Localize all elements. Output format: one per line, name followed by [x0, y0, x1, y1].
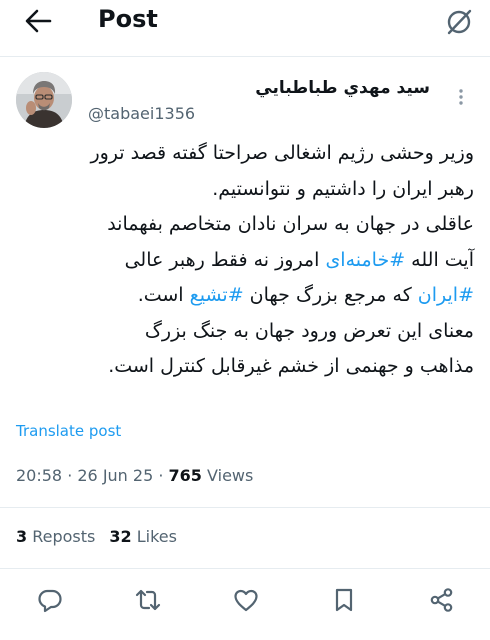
- more-icon[interactable]: [454, 82, 468, 112]
- post-time[interactable]: 20:58: [16, 466, 62, 485]
- repost-icon[interactable]: [134, 586, 162, 614]
- post-text-line: معنای این تعرض ورود جهان به جنگ بزرگ: [16, 314, 474, 350]
- bookmark-icon[interactable]: [330, 586, 358, 614]
- stats-divider: [0, 568, 490, 569]
- post-text-segment: امروز نه فقط رهبر عالی: [124, 248, 326, 271]
- page-title: Post: [98, 5, 158, 33]
- post-text-segment: مذاهب و جهنمی از خشم غیرقابل کنترل است.: [108, 355, 474, 377]
- likes-count: 32: [109, 527, 132, 546]
- author-name[interactable]: سید مهدي طباطبايي: [255, 78, 430, 98]
- engagement-stats: 3 Reposts 32 Likes: [16, 527, 177, 546]
- like-icon[interactable]: [232, 586, 260, 614]
- post-meta: 20:58 · 26 Jun 25 · 765 Views: [16, 466, 254, 485]
- translate-post-link[interactable]: Translate post: [16, 422, 121, 440]
- likes-stat[interactable]: 32 Likes: [109, 527, 177, 546]
- post-text-line: آیت الله #خامنه‌ای امروز نه فقط رهبر عال…: [16, 243, 474, 279]
- post-text-line: عاقلی در جهان به سران نادان متخاصم بفهما…: [16, 207, 474, 243]
- reply-icon[interactable]: [36, 586, 64, 614]
- post-text-segment: وزیر وحشی رژیم اشغالی صراحتا گفته قصد تر…: [90, 142, 474, 164]
- post-text-segment: عاقلی در جهان به سران نادان متخاصم بفهما…: [107, 213, 474, 235]
- hashtag-link[interactable]: #تشیع: [190, 284, 244, 306]
- post-text: وزیر وحشی رژیم اشغالی صراحتا گفته قصد تر…: [16, 136, 474, 385]
- post-text-line: مذاهب و جهنمی از خشم غیرقابل کنترل است.: [16, 349, 474, 385]
- post-text-segment: آیت الله: [405, 248, 474, 271]
- post-text-segment: رهبر ایران را داشتیم و نتوانستیم.: [212, 177, 474, 200]
- views-count: 765: [168, 466, 202, 485]
- likes-label: Likes: [136, 527, 177, 546]
- header-divider: [0, 56, 490, 57]
- meta-divider: [0, 507, 490, 508]
- author-handle[interactable]: @tabaei1356: [88, 104, 195, 123]
- hashtag-link[interactable]: #خامنه‌ای: [325, 249, 405, 271]
- views-label: Views: [207, 466, 254, 485]
- post-text-line: #ایران که مرجع بزرگ جهان #تشیع است.: [16, 278, 474, 314]
- hashtag-link[interactable]: #ایران: [418, 284, 474, 306]
- avatar[interactable]: [16, 72, 72, 128]
- back-arrow-icon[interactable]: [24, 8, 52, 34]
- post-text-segment: است.: [137, 284, 190, 306]
- share-icon[interactable]: [428, 586, 456, 614]
- reposts-count: 3: [16, 527, 28, 546]
- reposts-label: Reposts: [32, 527, 96, 546]
- post-text-segment: معنای این تعرض ورود جهان به جنگ بزرگ: [144, 319, 474, 342]
- post-text-segment: که مرجع بزرگ جهان: [243, 284, 418, 306]
- post-text-line: رهبر ایران را داشتیم و نتوانستیم.: [16, 172, 474, 208]
- top-bar: Post: [0, 0, 490, 44]
- post-text-line: وزیر وحشی رژیم اشغالی صراحتا گفته قصد تر…: [16, 136, 474, 172]
- post-date[interactable]: 26 Jun 25: [77, 466, 153, 485]
- grok-icon[interactable]: [444, 7, 474, 37]
- reposts-stat[interactable]: 3 Reposts: [16, 527, 95, 546]
